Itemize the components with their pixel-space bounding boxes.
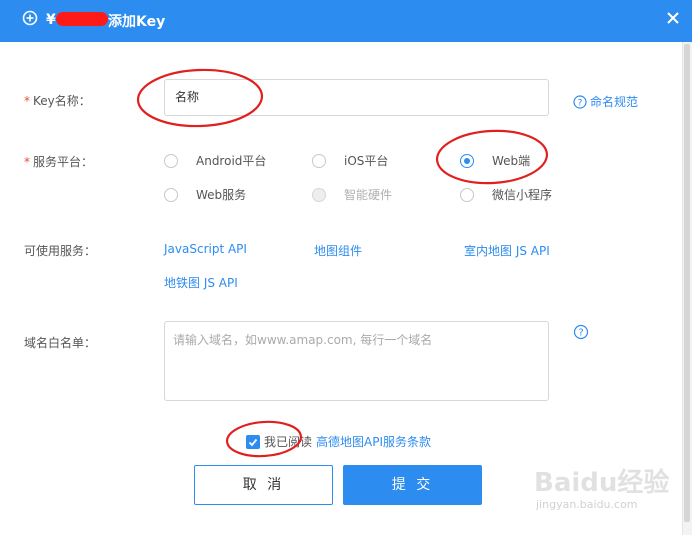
question-circle-icon: ? <box>573 95 587 109</box>
check-icon <box>248 438 258 446</box>
dialog-header: ¥ 添加Key <box>0 0 692 42</box>
radio-circle[interactable] <box>164 187 178 202</box>
radio-circle-checked[interactable] <box>460 153 474 168</box>
cancel-button[interactable]: 取 消 <box>194 465 333 505</box>
svg-text:?: ? <box>578 328 583 339</box>
close-icon[interactable] <box>664 9 682 27</box>
radio-web-service[interactable]: Web服务 <box>164 186 246 203</box>
agreement-text: 我已阅读 <box>264 435 313 449</box>
terms-link[interactable]: 高德地图API服务条款 <box>316 433 431 450</box>
key-name-label: * Key名称： <box>24 94 91 108</box>
dialog-title: 添加Key <box>108 14 166 30</box>
service-subway-map[interactable]: 地铁图 JS API <box>164 274 238 291</box>
radio-circle[interactable] <box>460 187 474 202</box>
radio-android[interactable]: Android平台 <box>164 152 266 169</box>
radio-circle-disabled <box>312 187 326 202</box>
service-indoor-map[interactable]: 室内地图 JS API <box>464 242 550 259</box>
add-circle-icon <box>22 10 38 26</box>
submit-button[interactable]: 提 交 <box>343 465 482 505</box>
svg-text:?: ? <box>578 99 583 109</box>
agreement-checkbox[interactable] <box>246 434 260 449</box>
radio-ios[interactable]: iOS平台 <box>312 152 388 169</box>
radio-circle[interactable] <box>312 153 326 168</box>
key-name-input[interactable]: 名称 <box>164 79 549 116</box>
title-prefix: ¥ <box>46 12 56 28</box>
platform-label: * 服务平台： <box>24 155 94 169</box>
whitelist-label: 域名白名单： <box>24 336 97 350</box>
service-map-component[interactable]: 地图组件 <box>314 242 362 259</box>
radio-web[interactable]: Web端 <box>460 152 530 169</box>
redaction-mark <box>56 12 108 26</box>
services-label: 可使用服务： <box>24 244 97 258</box>
radio-smart-hardware: 智能硬件 <box>312 186 392 203</box>
watermark: Baidu经验 jingyan.baidu.com <box>530 462 670 522</box>
question-circle-icon[interactable]: ? <box>573 324 589 340</box>
agreement-row: 我已阅读 高德地图API服务条款 <box>246 433 431 450</box>
radio-wechat-miniprogram[interactable]: 微信小程序 <box>460 186 552 203</box>
naming-rules-link[interactable]: ? 命名规范 <box>573 93 638 110</box>
scrollbar-thumb[interactable] <box>684 44 690 522</box>
watermark-url: jingyan.baidu.com <box>536 498 638 511</box>
watermark-logo: Baidu经验 <box>534 468 670 498</box>
service-javascript-api[interactable]: JavaScript API <box>164 242 247 256</box>
whitelist-textarea[interactable] <box>164 321 549 401</box>
radio-circle[interactable] <box>164 153 178 168</box>
